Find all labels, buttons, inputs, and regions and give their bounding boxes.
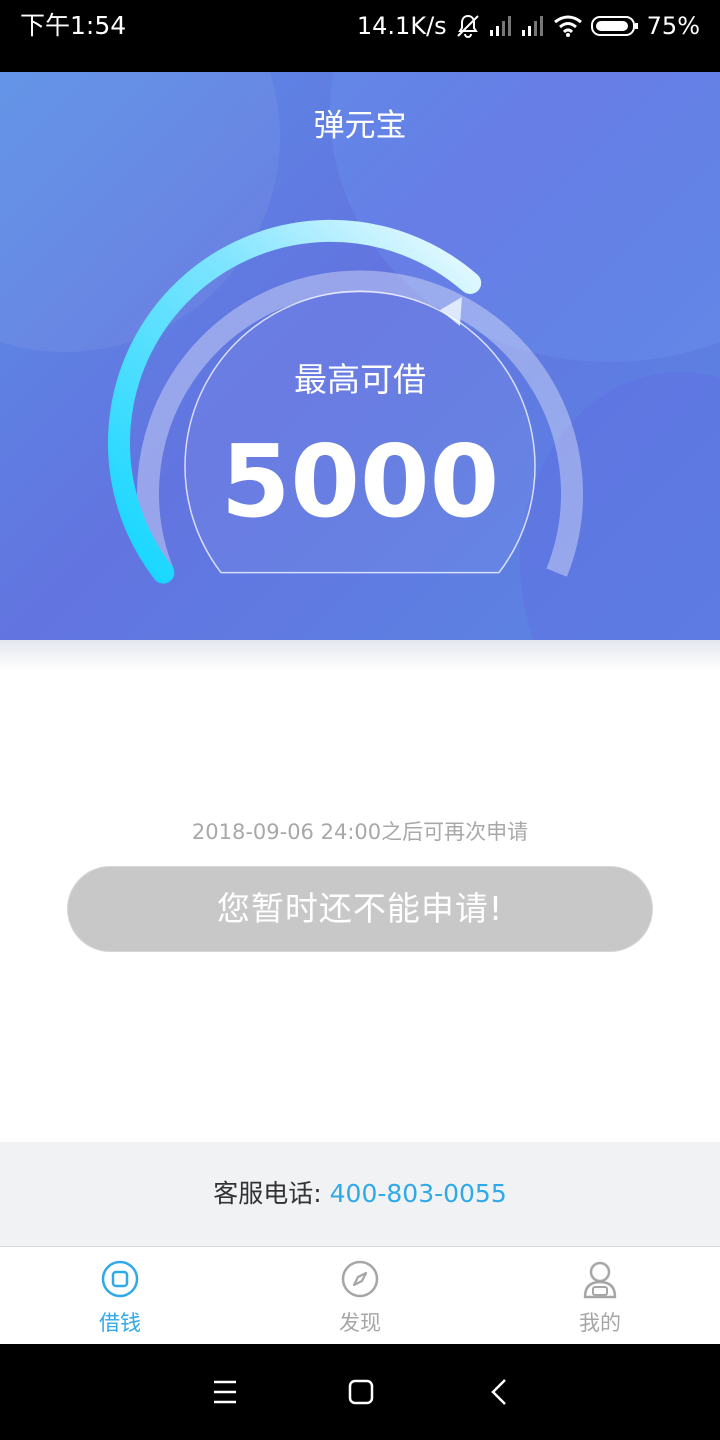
signal-icon (489, 15, 513, 37)
hero-panel: 弹元宝 最高可借 5000 (0, 72, 720, 640)
status-icons: 14.1K/s 75% (357, 10, 700, 42)
status-bar: 下午1:54 14.1K/s 75% (0, 0, 720, 72)
tab-borrow[interactable]: 借钱 (0, 1247, 240, 1345)
tab-label: 借钱 (99, 1311, 141, 1335)
user-icon (583, 1261, 617, 1299)
battery-level: 75% (646, 12, 700, 40)
credit-gauge (108, 219, 583, 584)
max-loan-label: 最高可借 (294, 360, 426, 399)
apply-button[interactable]: 您暂时还不能申请! (67, 866, 653, 952)
tab-mine[interactable]: 我的 (480, 1247, 720, 1345)
borrow-icon (101, 1260, 139, 1298)
menu-icon[interactable] (205, 1372, 245, 1412)
compass-icon (341, 1260, 379, 1298)
max-loan-amount: 5000 (220, 423, 500, 540)
customer-service-bar: 客服电话: 400-803-0055 (0, 1142, 720, 1246)
service-label: 客服电话: (213, 1179, 322, 1208)
tab-discover[interactable]: 发现 (240, 1247, 480, 1345)
service-phone-link[interactable]: 400-803-0055 (330, 1179, 507, 1208)
tab-label: 我的 (579, 1311, 621, 1335)
network-speed: 14.1K/s (356, 12, 447, 40)
hero-shadow (0, 640, 720, 670)
system-nav-bar (0, 1344, 720, 1440)
reapply-note: 2018-09-06 24:00之后可再次申请 (191, 820, 529, 844)
status-time: 下午1:54 (20, 11, 127, 40)
wifi-icon (553, 14, 583, 38)
tab-label: 发现 (339, 1311, 381, 1335)
mute-icon (455, 13, 481, 39)
home-icon[interactable] (341, 1372, 381, 1412)
back-icon[interactable] (480, 1372, 520, 1412)
battery-icon (590, 15, 639, 37)
signal-icon-2 (521, 15, 545, 37)
bottom-tab-bar: 借钱 发现 我的 (0, 1246, 720, 1344)
